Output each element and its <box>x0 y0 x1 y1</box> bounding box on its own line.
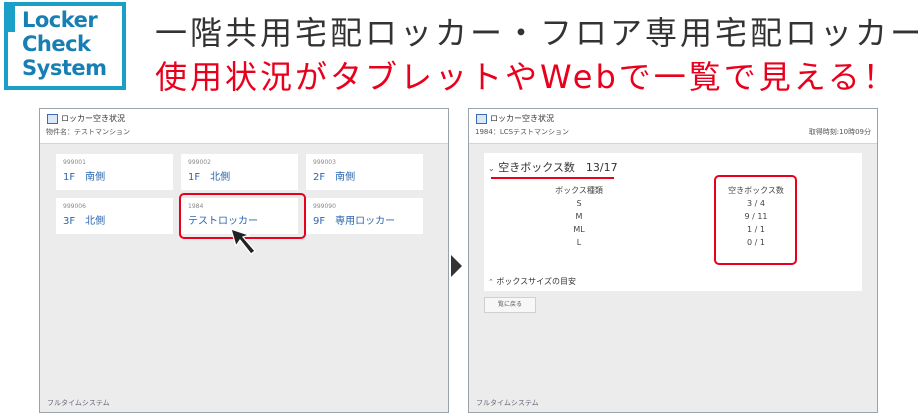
locker-card[interactable]: 999002 1F 北側 <box>181 154 298 190</box>
locker-property-name: 1984：LCSテストマンション <box>475 128 570 136</box>
next-arrow-icon <box>451 255 462 277</box>
locker-card[interactable]: 999006 3F 北側 <box>56 198 173 234</box>
screen-title: ロッカー空き状況 <box>490 114 554 123</box>
logo-line-2: Check <box>22 32 91 56</box>
size-guide-label: ボックスサイズの目安 <box>496 277 576 286</box>
locker-name: 2F 南側 <box>313 172 356 183</box>
box-type-column: ボックス種類 S M ML L <box>524 184 634 249</box>
locker-icon <box>47 114 58 124</box>
available-box-count: 空きボックス数 13/17 <box>498 161 618 174</box>
fulltime-system-footer-logo: フルタイムシステム <box>47 399 110 407</box>
box-type-value: ML <box>573 225 585 234</box>
property-name: 物件名：テストマンション <box>46 128 130 136</box>
back-to-list-button[interactable]: 覧に戻る <box>484 297 536 313</box>
locker-list-screen: ロッカー空き状況 物件名：テストマンション 999001 1F 南側 99900… <box>39 108 449 413</box>
logo-line-1: Locker <box>22 8 98 32</box>
locker-name: 3F 北側 <box>63 216 106 227</box>
chevron-up-icon: ⌃ <box>488 278 494 286</box>
locker-icon <box>476 114 487 124</box>
locker-id: 999002 <box>188 159 211 166</box>
logo-corner <box>4 2 15 32</box>
locker-name: 1F 北側 <box>188 172 231 183</box>
locker-id: 999090 <box>313 203 336 210</box>
locker-check-system-logo: Locker Check System <box>4 2 126 90</box>
locker-id: 999006 <box>63 203 86 210</box>
available-box-header[interactable]: ⌄ 空きボックス数 13/17 <box>488 159 618 175</box>
box-type-value: M <box>575 212 583 221</box>
available-box-panel: ⌄ 空きボックス数 13/17 ボックス種類 S M ML L 空きボックス数 … <box>484 153 862 271</box>
locker-name: 1F 南側 <box>63 172 106 183</box>
headline-line-2: 使用状況がタブレットやWebで一覧で見える！ <box>155 58 898 96</box>
fulltime-system-footer-logo: フルタイムシステム <box>476 399 539 407</box>
locker-card[interactable]: 999001 1F 南側 <box>56 154 173 190</box>
box-type-value: L <box>576 238 582 247</box>
mouse-cursor-icon <box>230 228 256 255</box>
box-type-value: S <box>576 199 582 208</box>
fetch-time: 取得時刻:10時09分 <box>808 128 871 136</box>
locker-name: 9F 専用ロッカー <box>313 216 396 227</box>
size-guide-panel[interactable]: ⌃ ボックスサイズの目安 <box>484 271 862 291</box>
box-type-header: ボックス種類 <box>555 186 603 195</box>
headline-line-1: 一階共用宅配ロッカー・フロア専用宅配ロッカーの <box>155 14 918 52</box>
chevron-down-icon: ⌄ <box>488 164 495 173</box>
screen-header: ロッカー空き状況 物件名：テストマンション <box>40 109 448 144</box>
locker-detail-screen: ロッカー空き状況 1984：LCSテストマンション 取得時刻:10時09分 ⌄ … <box>468 108 878 413</box>
locker-card[interactable]: 999090 9F 専用ロッカー <box>306 198 423 234</box>
locker-id: 999003 <box>313 159 336 166</box>
underline-highlight <box>491 177 614 179</box>
screen-header: ロッカー空き状況 1984：LCSテストマンション 取得時刻:10時09分 <box>469 109 877 144</box>
screen-title: ロッカー空き状況 <box>61 114 125 123</box>
logo-line-3: System <box>22 56 107 80</box>
locker-id: 999001 <box>63 159 86 166</box>
highlight-frame <box>714 175 797 265</box>
size-guide-header: ⌃ ボックスサイズの目安 <box>488 276 576 287</box>
locker-card[interactable]: 999003 2F 南側 <box>306 154 423 190</box>
